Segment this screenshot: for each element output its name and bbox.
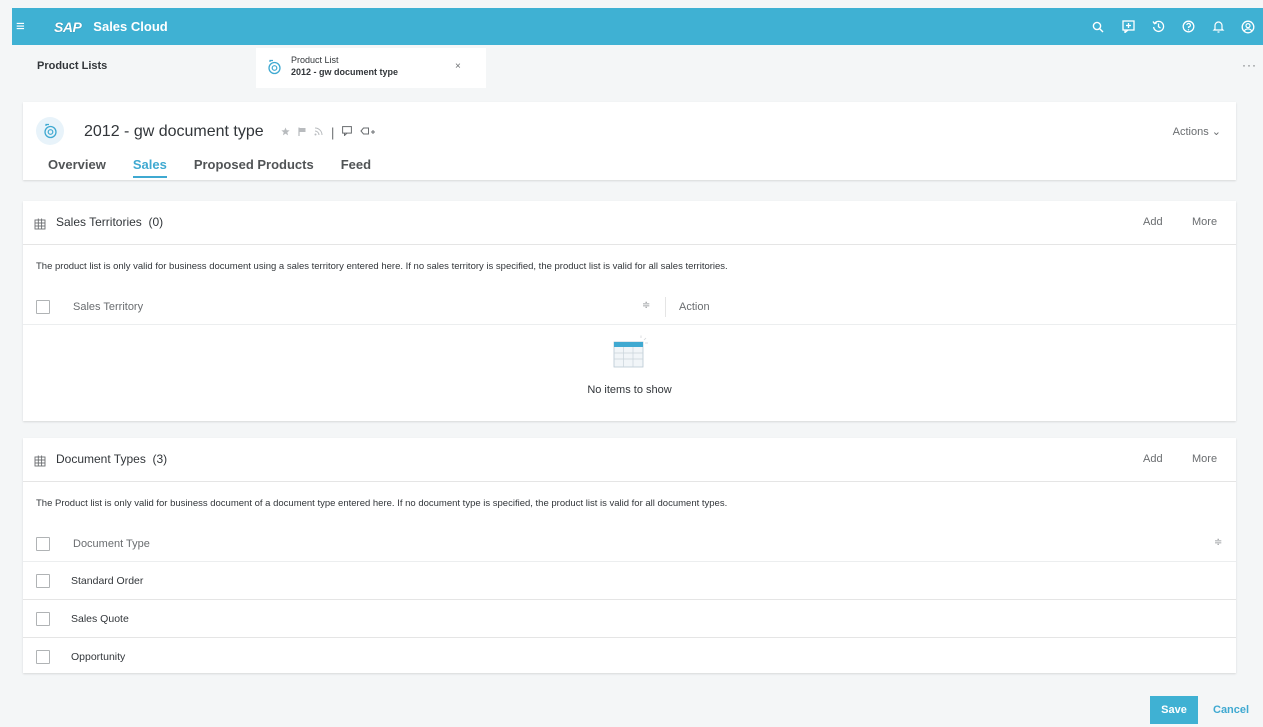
user-icon[interactable] xyxy=(1233,8,1263,45)
rss-follow-icon[interactable] xyxy=(314,127,323,139)
sales-territories-section: Sales Territories (0) Add More The produ… xyxy=(23,201,1236,421)
tab-object-name: 2012 - gw document type xyxy=(291,67,399,77)
select-all-checkbox[interactable] xyxy=(36,537,50,551)
row-checkbox[interactable] xyxy=(36,612,50,626)
section-description: The product list is only valid for busin… xyxy=(36,261,728,272)
object-header: 2012 - gw document type | Actions ⌄ Over… xyxy=(23,102,1236,180)
tab-strip: Product Lists Product List 2012 - gw doc… xyxy=(12,45,1263,89)
table-grid-icon xyxy=(34,454,46,472)
app-title[interactable]: Sales Cloud xyxy=(93,19,167,34)
favorite-icon[interactable] xyxy=(281,126,290,139)
chat-icon[interactable] xyxy=(1113,8,1143,45)
help-icon[interactable] xyxy=(1173,8,1203,45)
actions-menu-button[interactable]: Actions ⌄ xyxy=(1173,125,1221,138)
column-divider xyxy=(665,297,666,317)
column-header-action: Action xyxy=(679,301,710,313)
section-header: Sales Territories (0) Add More xyxy=(23,201,1236,245)
menu-icon[interactable]: ≡ xyxy=(16,19,32,34)
section-header: Document Types (3) Add More xyxy=(23,438,1236,482)
empty-state: No items to show xyxy=(23,325,1236,420)
section-title: Document Types (3) xyxy=(56,452,167,466)
more-button[interactable]: More xyxy=(1192,453,1217,465)
page-title: 2012 - gw document type xyxy=(84,123,264,140)
actions-label: Actions xyxy=(1172,126,1209,138)
more-button[interactable]: More xyxy=(1192,216,1217,228)
row-checkbox[interactable] xyxy=(36,574,50,588)
tab-feed[interactable]: Feed xyxy=(341,157,371,178)
tab-product-list-object[interactable]: Product List 2012 - gw document type × xyxy=(256,48,486,88)
shell-actions xyxy=(1083,8,1263,45)
section-description: The Product list is only valid for busin… xyxy=(36,498,728,509)
cancel-button[interactable]: Cancel xyxy=(1213,704,1249,716)
product-list-icon xyxy=(36,117,64,145)
section-title: Sales Territories (0) xyxy=(56,215,163,229)
section-title-text: Sales Territories xyxy=(56,215,142,229)
item-count: (0) xyxy=(148,215,164,229)
empty-table-icon xyxy=(613,335,649,376)
document-type-cell: Standard Order xyxy=(71,575,144,587)
document-types-section: Document Types (3) Add More The Product … xyxy=(23,438,1236,673)
comment-icon[interactable] xyxy=(342,126,353,139)
add-button[interactable]: Add xyxy=(1143,216,1163,228)
document-type-cell: Opportunity xyxy=(71,651,126,663)
sort-icon[interactable]: ≑ xyxy=(1214,537,1222,548)
product-list-icon xyxy=(266,59,282,80)
table-row[interactable]: Sales Quote xyxy=(23,600,1236,638)
overflow-icon[interactable]: ··· xyxy=(1242,58,1257,72)
history-icon[interactable] xyxy=(1143,8,1173,45)
tab-object-type: Product List xyxy=(291,55,339,65)
table-row[interactable]: Opportunity xyxy=(23,638,1236,676)
tab-sales[interactable]: Sales xyxy=(132,157,167,178)
select-all-checkbox[interactable] xyxy=(36,300,50,314)
document-type-cell: Sales Quote xyxy=(71,613,129,625)
tab-overview[interactable]: Overview xyxy=(48,157,106,178)
save-button[interactable]: Save xyxy=(1150,696,1198,724)
shell-bar: ≡ SAP Sales Cloud xyxy=(12,8,1263,45)
close-tab-icon[interactable]: × xyxy=(455,61,461,72)
table-header: Document Type ≑ xyxy=(23,526,1236,562)
sap-logo: SAP xyxy=(54,18,82,35)
row-checkbox[interactable] xyxy=(36,650,50,664)
chevron-down-icon: ⌄ xyxy=(1211,126,1221,138)
divider: | xyxy=(331,125,335,140)
notification-icon[interactable] xyxy=(1203,8,1233,45)
object-tabs: Overview Sales Proposed Products Feed xyxy=(48,157,398,178)
no-items-text: No items to show xyxy=(587,384,672,396)
table-header: Sales Territory ≑ Action xyxy=(23,289,1236,325)
column-header-sales-territory[interactable]: Sales Territory xyxy=(73,301,143,313)
tab-product-lists[interactable]: Product Lists xyxy=(37,60,107,72)
add-button[interactable]: Add xyxy=(1143,453,1163,465)
title-action-bar: | xyxy=(281,125,376,140)
sort-icon[interactable]: ≑ xyxy=(642,300,650,311)
search-icon[interactable] xyxy=(1083,8,1113,45)
section-title-text: Document Types xyxy=(56,452,146,466)
flag-icon[interactable] xyxy=(298,127,306,139)
column-header-document-type[interactable]: Document Type xyxy=(73,538,150,550)
item-count: (3) xyxy=(152,452,168,466)
table-row[interactable]: Standard Order xyxy=(23,562,1236,600)
add-tag-icon[interactable] xyxy=(360,126,376,139)
tab-proposed-products[interactable]: Proposed Products xyxy=(194,157,314,178)
table-grid-icon xyxy=(34,217,46,235)
